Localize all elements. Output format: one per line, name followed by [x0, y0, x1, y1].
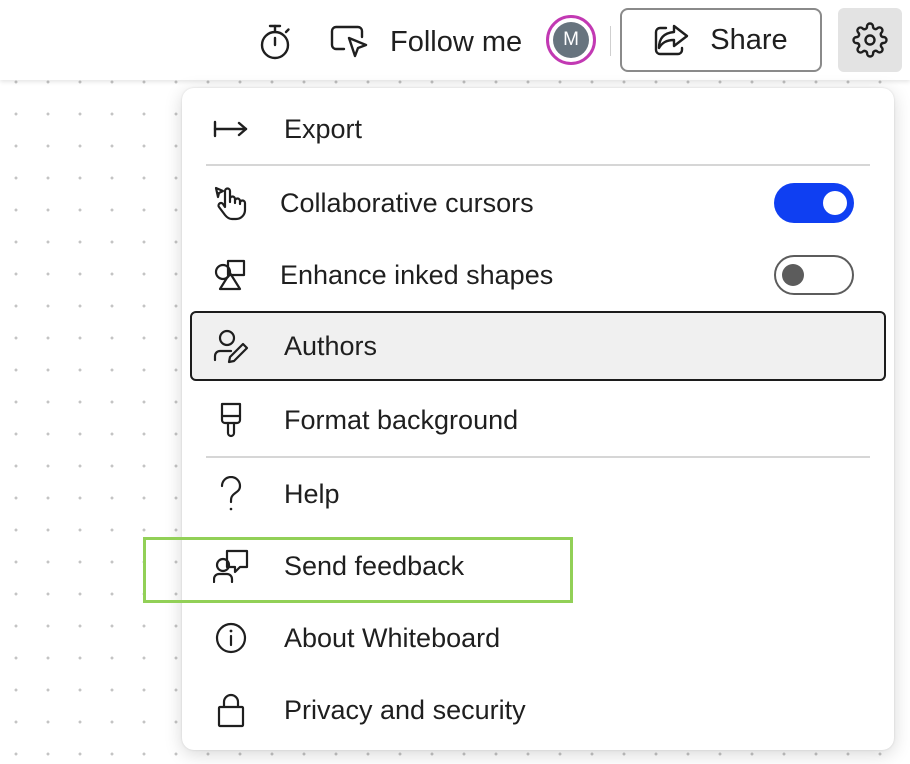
menu-item-label: Format background [284, 404, 519, 435]
presenter-pointer-icon [330, 25, 370, 59]
toggle-knob [782, 264, 804, 286]
menu-item-about-whiteboard[interactable]: About Whiteboard [190, 603, 886, 673]
gear-icon [852, 22, 888, 58]
menu-item-collaborative-cursors[interactable]: Collaborative cursors [190, 168, 886, 238]
menu-item-help[interactable]: Help [190, 459, 886, 529]
menu-item-label: Enhance inked shapes [280, 259, 554, 290]
toolbar-divider [610, 26, 611, 56]
stopwatch-icon [258, 23, 292, 61]
menu-item-label: Help [284, 478, 340, 509]
follow-me-button[interactable]: Follow me [330, 20, 522, 64]
user-avatar[interactable]: M [546, 15, 596, 65]
top-toolbar: Follow me M Share [0, 0, 910, 80]
share-label: Share [710, 23, 788, 56]
hand-pointer-icon [212, 184, 250, 222]
toggle-knob [823, 191, 847, 215]
menu-item-label: Export [284, 113, 363, 144]
menu-item-label: About Whiteboard [284, 622, 501, 653]
menu-item-format-background[interactable]: Format background [190, 385, 886, 455]
menu-divider [206, 164, 870, 166]
avatar-initial: M [553, 22, 589, 58]
menu-item-label: Privacy and security [284, 694, 526, 725]
menu-item-label: Authors [284, 330, 378, 361]
menu-item-export[interactable]: Export [190, 94, 886, 164]
enhance-inked-shapes-toggle[interactable] [774, 255, 854, 295]
share-button[interactable]: Share [620, 8, 822, 72]
share-arrow-icon [654, 24, 690, 56]
settings-menu: Export Collaborative cursors Enhance ink… [182, 88, 894, 750]
info-circle-icon [212, 619, 250, 657]
menu-item-authors[interactable]: Authors [190, 311, 886, 381]
export-arrow-icon [212, 110, 250, 148]
shapes-icon [212, 256, 250, 294]
send-feedback-highlight [143, 537, 573, 603]
menu-item-label: Collaborative cursors [280, 187, 534, 218]
menu-item-enhance-inked-shapes[interactable]: Enhance inked shapes [190, 240, 886, 310]
follow-me-label: Follow me [390, 25, 523, 58]
question-mark-icon [212, 475, 250, 513]
lock-icon [212, 691, 250, 729]
collaborative-cursors-toggle[interactable] [774, 183, 854, 223]
timer-button[interactable] [254, 22, 296, 62]
paint-brush-icon [212, 401, 250, 439]
person-edit-icon [212, 327, 250, 365]
settings-button[interactable] [838, 8, 902, 72]
menu-item-privacy-and-security[interactable]: Privacy and security [190, 675, 886, 745]
menu-divider [206, 456, 870, 458]
